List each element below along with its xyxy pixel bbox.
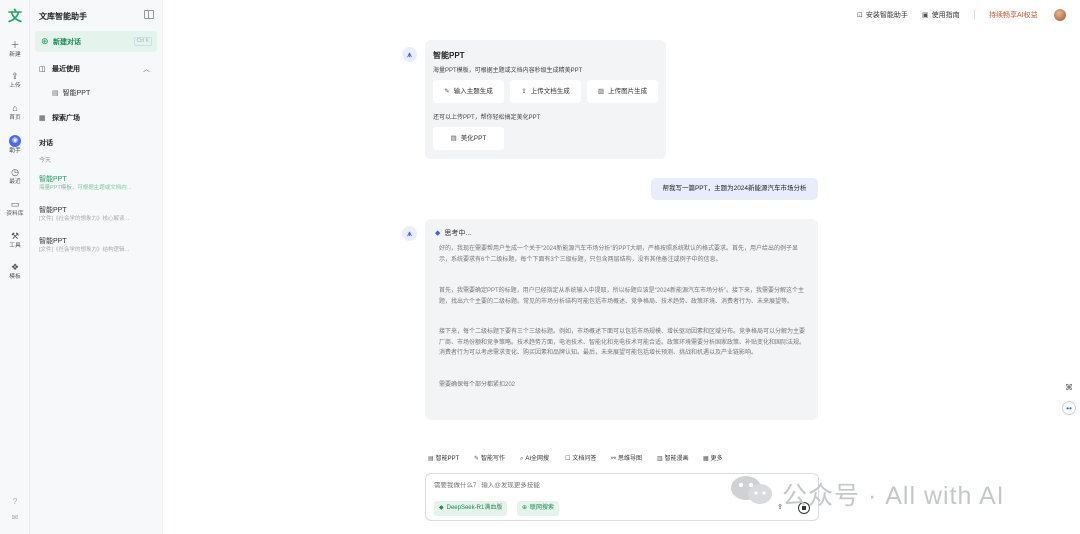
- ppt-icon: ▤: [428, 456, 434, 462]
- reply-paragraph: 好的，我现在需要帮用户生成一个关于“2024新能源汽车市场分析”的PPT大纲，严…: [439, 246, 799, 263]
- assistant-float-icon[interactable]: ••: [1062, 401, 1076, 415]
- ppt-feature-card: 智能PPT 海量PPT模板，可根据主题或文档内容秒级生成精美PPT ✎ 输入主题生…: [425, 40, 666, 159]
- book-icon: ▣: [922, 12, 929, 19]
- rail-recent[interactable]: ◷ 最近: [0, 167, 30, 186]
- tool-more[interactable]: ▦ 更多: [703, 453, 723, 465]
- whale-icon: ◆: [439, 505, 444, 511]
- icon-rail: 文 ＋新建 ⇪ 上传 ⌂ 首页 ◉ 助手 ◷ 最近 ▭ 资料库 ⚒ 工具 ❖ 模板 ? ✉: [0, 0, 30, 534]
- rail-templates[interactable]: ❖ 模板: [0, 262, 30, 281]
- app-logo: 文: [8, 8, 22, 24]
- tool-doc-qa[interactable]: ☐ 文档问答: [565, 453, 596, 465]
- doc-upload-icon: ⇪: [521, 88, 527, 95]
- comic-icon: ▥: [657, 456, 663, 462]
- grid-icon: ▦: [703, 456, 709, 462]
- card-title: 智能PPT: [433, 51, 465, 60]
- mindmap-icon: ⚯: [611, 456, 617, 462]
- chevron-up-icon[interactable]: ︿: [143, 64, 150, 74]
- thinking-status: ◆ 思考中...: [435, 230, 472, 237]
- app-title: 文库智能助手: [39, 12, 87, 21]
- feedback-icon[interactable]: ✉: [10, 513, 20, 523]
- conversation-item[interactable]: 智能PPT [文件]《社会学的想象力》核心解读...: [39, 206, 157, 223]
- deepseek-toggle[interactable]: ◆ DeepSeek-R1满血版: [434, 501, 508, 516]
- tool-smart-ppt[interactable]: ▤ 智能PPT: [428, 453, 459, 465]
- download-icon: ⊡: [857, 12, 863, 19]
- new-chat-button[interactable]: ⊕ 新建对话 Ctrl K: [35, 31, 157, 52]
- user-guide-link[interactable]: ▣ 使用指南: [922, 10, 960, 20]
- tool-comic[interactable]: ▥ 智能漫画: [657, 453, 689, 465]
- pencil-icon: ✎: [444, 88, 450, 95]
- install-assistant-link[interactable]: ⊡ 安装智能助手: [857, 10, 908, 20]
- sidebar: 文库智能助手 ⊕ 新建对话 Ctrl K ◫ 最近使用 ︿ ▤ 智能PPT ▦ 探索广…: [30, 0, 163, 534]
- tool-mind-map[interactable]: ⚯ 思维导图: [611, 453, 642, 465]
- chat-plus-icon: ⊕: [41, 36, 49, 46]
- topic-generate-button[interactable]: ✎ 输入主题生成: [433, 80, 504, 103]
- watermark-text: 公众号 · All with AI: [782, 482, 1005, 510]
- tool-ai-search[interactable]: ⌕ AI全网搜: [520, 453, 549, 465]
- home-icon: ⌂: [12, 103, 18, 113]
- search-icon: ⌕: [520, 456, 524, 462]
- divider: [974, 10, 975, 20]
- recent-item-ppt[interactable]: ▤ 智能PPT: [52, 88, 90, 98]
- upload-icon: ⇪: [11, 71, 19, 81]
- ppt-icon: ▤: [450, 135, 457, 142]
- recent-section[interactable]: ◫ 最近使用: [39, 64, 80, 74]
- card-description: 海量PPT模板，可根据主题或文档内容秒级生成精美PPT: [433, 68, 583, 74]
- folder-icon: ▭: [10, 199, 20, 209]
- ppt-icon: ▤: [52, 90, 59, 97]
- user-message: 帮我写一篇PPT，主题为2024新能源汽车市场分析: [651, 178, 818, 200]
- toolbox-icon: ⚒: [10, 231, 20, 241]
- beautify-ppt-button[interactable]: ▤ 美化PPT: [433, 127, 504, 150]
- reply-paragraph: 首先，我需要确定PPT的标题，用户已经指定从系统输入中提取，所以标题应该是“20…: [439, 288, 805, 305]
- help-icon[interactable]: ?: [10, 497, 20, 507]
- rail-assistant[interactable]: ◉ 助手: [0, 135, 30, 155]
- reply-paragraph: 需要确保每个部分都紧扣202: [439, 382, 516, 388]
- rail-new[interactable]: ＋新建: [0, 40, 30, 59]
- assistant-reply: ◆ 思考中... 好的，我现在需要帮用户生成一个关于“2024新能源汽车市场分析”…: [425, 219, 818, 420]
- avatar[interactable]: [1054, 9, 1066, 21]
- layout-icon[interactable]: ⌘: [1062, 381, 1076, 395]
- wechat-logo-icon: [731, 476, 772, 504]
- web-search-toggle[interactable]: ⊕ 联网搜索: [517, 501, 560, 516]
- chat-doc-icon: ☐: [565, 456, 571, 462]
- rail-home[interactable]: ⌂ 首页: [0, 103, 30, 122]
- conversation-item[interactable]: 智能PPT 海量PPT模板，可根据主题或文档内...: [39, 175, 157, 192]
- rail-upload[interactable]: ⇪ 上传: [0, 71, 30, 90]
- chat-input[interactable]: [434, 482, 634, 489]
- plus-icon: ＋: [10, 40, 20, 50]
- deepseek-icon: ◆: [435, 230, 441, 237]
- conversation-item[interactable]: 智能PPT [文件]《社会学的想象力》结构逻辑...: [39, 237, 157, 254]
- grid-icon: ▦: [39, 115, 46, 122]
- assistant-icon: ◉: [9, 135, 21, 147]
- doc-generate-button[interactable]: ⇪ 上传文档生成: [510, 80, 581, 103]
- rail-tools[interactable]: ⚒ 工具: [0, 231, 30, 250]
- image-generate-button[interactable]: ▨ 上传图片生成: [587, 80, 658, 103]
- promo-link[interactable]: 持续畅享AI权益: [989, 10, 1038, 20]
- shortcut-badge: Ctrl K: [133, 37, 152, 46]
- tool-smart-writing[interactable]: ✎ 智能写作: [474, 453, 505, 465]
- rail-library[interactable]: ▭ 资料库: [0, 199, 30, 218]
- card-note: 还可以上传PPT，帮你轻松搞定美化PPT: [433, 115, 541, 121]
- recent-icon: ◫: [39, 66, 46, 73]
- today-label: 今天: [39, 158, 52, 164]
- conversations-title: 对话: [39, 140, 53, 147]
- reply-paragraph: 接下来，每个二级标题下要有三个三级标题。例如，市场概述下面可以包括市场规模、增长…: [439, 329, 806, 356]
- collapse-sidebar-icon[interactable]: [144, 10, 154, 19]
- pencil-icon: ✎: [474, 456, 480, 462]
- assistant-avatar-icon: ⩚: [402, 47, 417, 62]
- explore-section[interactable]: ▦ 探索广场: [39, 113, 80, 123]
- globe-icon: ⊕: [522, 505, 528, 511]
- image-icon: ▨: [597, 88, 605, 95]
- template-icon: ❖: [10, 262, 20, 272]
- assistant-avatar-icon: ⩚: [402, 226, 417, 241]
- clock-icon: ◷: [11, 167, 19, 177]
